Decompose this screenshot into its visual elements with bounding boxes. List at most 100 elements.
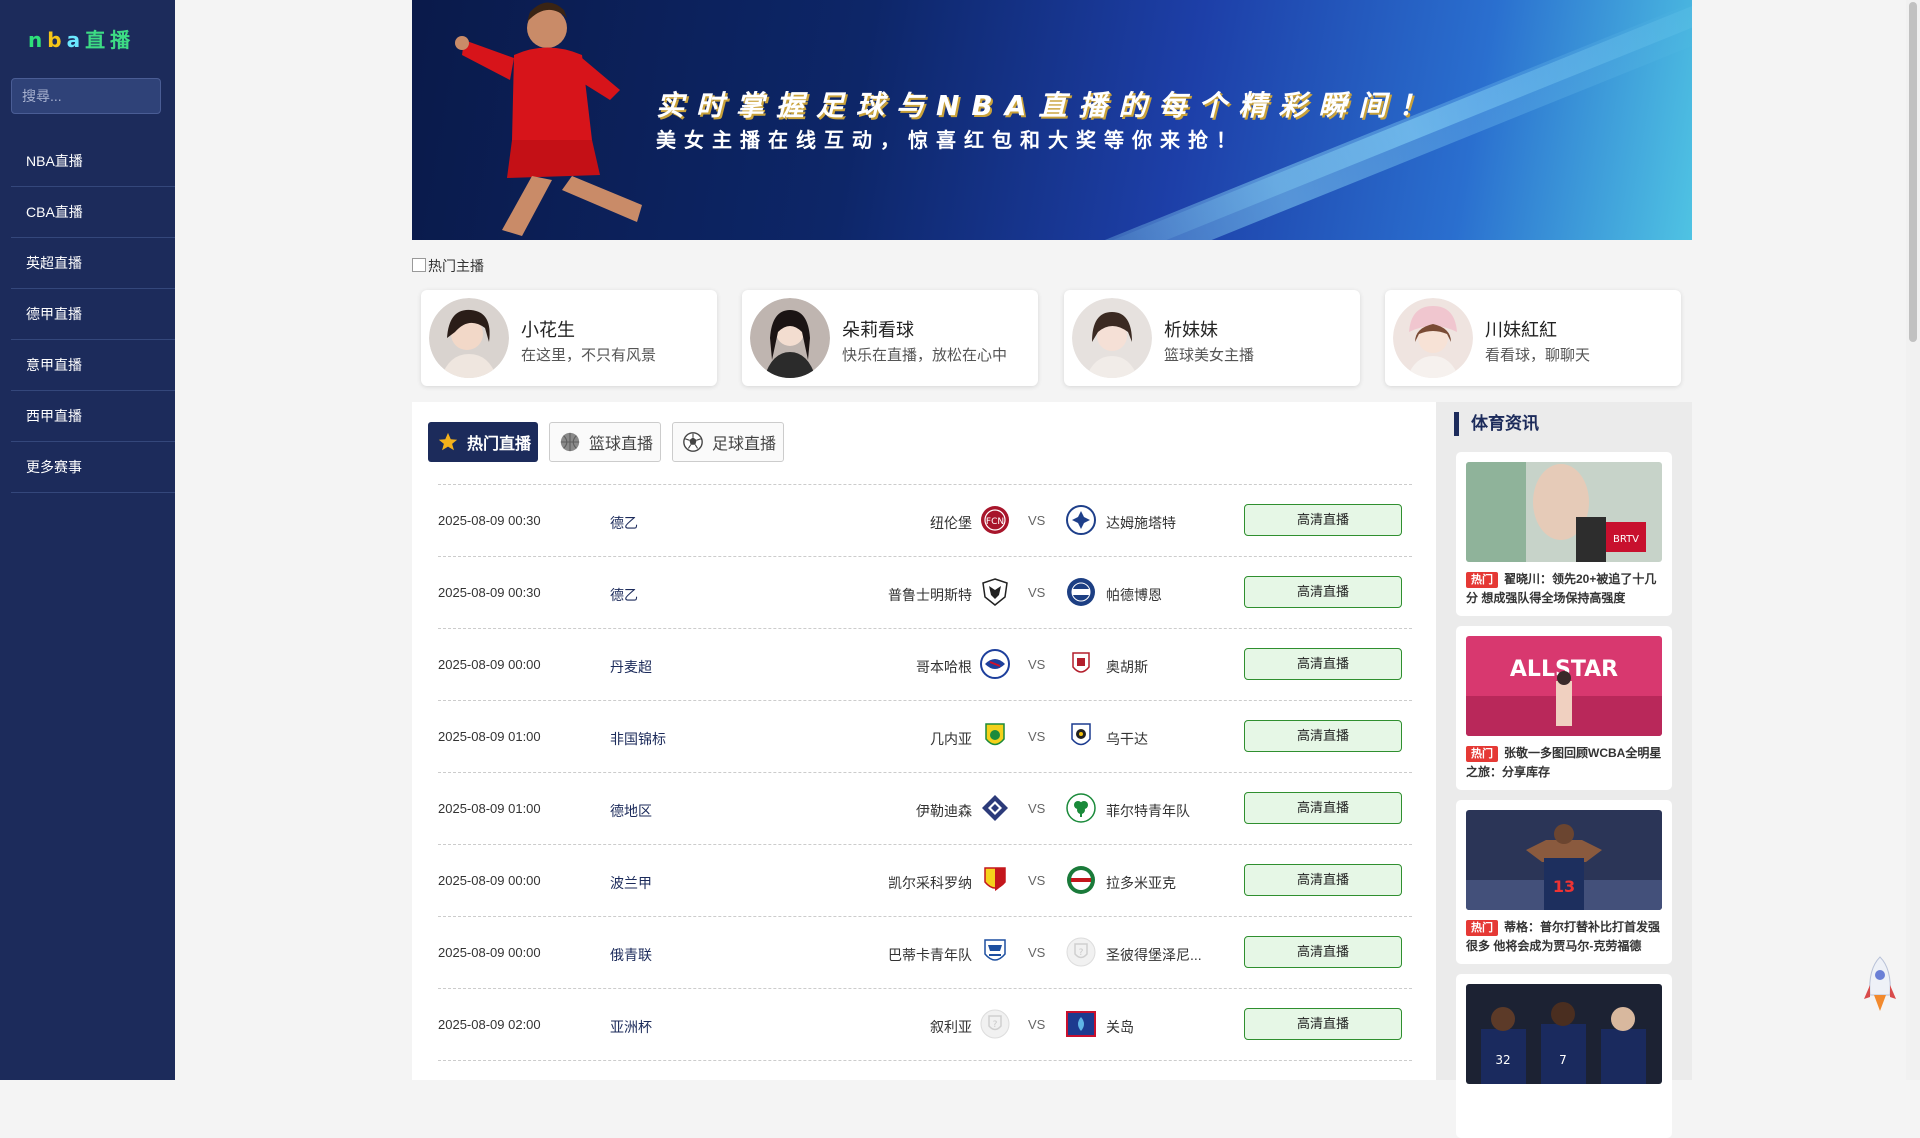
home-team: 凯尔采科罗纳 — [888, 875, 972, 891]
hd-live-button[interactable]: 高清直播 — [1244, 576, 1402, 608]
hd-live-button[interactable]: 高清直播 — [1244, 936, 1402, 968]
match-league[interactable]: 丹麦超 — [610, 657, 652, 677]
news-thumbnail-image: ALLSTAR — [1466, 636, 1662, 736]
placeholder-team-logo-icon: ? — [980, 1009, 1010, 1039]
sidebar-item-nba[interactable]: NBA直播 — [11, 136, 175, 187]
preussen-munster-logo-icon — [982, 578, 1008, 606]
match-time: 2025-08-09 02:00 — [438, 1017, 541, 1032]
hd-live-button[interactable]: 高清直播 — [1244, 792, 1402, 824]
home-team: 纽伦堡 — [930, 515, 972, 531]
match-row: 2025-08-09 00:00 波兰甲 凯尔采科罗纳 VS 拉多米亚克 高清直… — [438, 845, 1412, 917]
anchor-card[interactable]: 小花生 在这里，不只有风景 — [421, 290, 717, 386]
match-league[interactable]: 德地区 — [610, 801, 652, 821]
match-league[interactable]: 亚洲杯 — [610, 1017, 652, 1037]
sidebar-item-bundesliga[interactable]: 德甲直播 — [11, 289, 175, 340]
svg-text:7: 7 — [1559, 1053, 1567, 1067]
svg-text:FCN: FCN — [986, 517, 1004, 527]
banner-subline: 美女主播在线互动，惊喜红包和大奖等你来抢！ — [656, 128, 1244, 152]
furth-logo-icon — [1066, 793, 1096, 823]
news-card[interactable]: 13 热门 蒂格：普尔打替补比打首发强很多 他将会成为贾马尔-克劳福德 — [1456, 800, 1672, 964]
match-row: 2025-08-09 00:00 俄青联 巴蒂卡青年队 VS ? 圣彼得堡泽尼.… — [438, 917, 1412, 989]
anchor-name: 朵莉看球 — [842, 320, 914, 340]
hd-live-button[interactable]: 高清直播 — [1244, 648, 1402, 680]
news-headline: 热门 翟晓川：领先20+被追了十几分 想成强队得全场保持高强度 — [1466, 570, 1664, 608]
tab-football-live[interactable]: 足球直播 — [672, 422, 784, 462]
news-thumbnail-image: 13 — [1466, 810, 1662, 910]
star-icon — [438, 432, 458, 451]
home-team: 几内亚 — [930, 731, 972, 747]
news-card[interactable]: 32 7 — [1456, 974, 1672, 1138]
tab-hot-live[interactable]: 热门直播 — [428, 422, 538, 462]
sidebar-item-serie-a[interactable]: 意甲直播 — [11, 340, 175, 391]
hot-tag: 热门 — [1466, 920, 1498, 936]
logo-letter-n: n — [28, 28, 48, 52]
match-time: 2025-08-09 00:30 — [438, 585, 541, 600]
away-team: 关岛 — [1106, 1019, 1134, 1035]
match-league[interactable]: 波兰甲 — [610, 873, 652, 893]
sports-news-panel: 体育资讯 BRTV 热门 翟晓川：领先20+被追了十几分 想成强队得全场保持高强度… — [1436, 402, 1692, 1138]
vs-label: VS — [1028, 801, 1046, 816]
hot-tag: 热门 — [1466, 746, 1498, 762]
illertissen-logo-icon — [982, 795, 1008, 821]
match-league[interactable]: 俄青联 — [610, 945, 652, 965]
guam-flag-icon — [1066, 1011, 1096, 1037]
hot-anchors-title: 热门主播 — [412, 256, 484, 276]
sidebar-item-cba[interactable]: CBA直播 — [11, 187, 175, 238]
logo-letter-b: b — [47, 28, 67, 52]
anchor-card[interactable]: 川妹紅紅 看看球，聊聊天 — [1385, 290, 1681, 386]
search-input[interactable] — [11, 78, 161, 114]
hot-tag: 热门 — [1466, 572, 1498, 588]
news-headline: 热门 张敬一多图回顾WCBA全明星之旅：分享库存 — [1466, 744, 1664, 782]
anchor-desc: 看看球，聊聊天 — [1485, 347, 1591, 364]
home-team: 哥本哈根 — [916, 659, 972, 675]
away-team: 拉多米亚克 — [1106, 875, 1176, 891]
basketball-icon — [560, 432, 580, 452]
home-team: 巴蒂卡青年队 — [888, 947, 972, 963]
placeholder-team-logo-icon: ? — [1066, 937, 1096, 967]
match-league[interactable]: 德乙 — [610, 585, 638, 605]
site-logo[interactable]: nba直播 — [28, 24, 135, 53]
home-team: 伊勒迪森 — [916, 803, 972, 819]
scrollbar-thumb[interactable] — [1909, 2, 1917, 342]
away-team: 达姆施塔特 — [1106, 515, 1176, 531]
svg-text:13: 13 — [1553, 877, 1575, 896]
hd-live-button[interactable]: 高清直播 — [1244, 720, 1402, 752]
hd-live-button[interactable]: 高清直播 — [1244, 864, 1402, 896]
avatar — [429, 298, 509, 378]
tab-basketball-live[interactable]: 篮球直播 — [549, 422, 661, 462]
sidebar-item-more[interactable]: 更多赛事 — [11, 442, 175, 493]
match-row: 2025-08-09 00:30 德乙 普鲁士明斯特 VS 帕德博恩 高清直播 — [438, 557, 1412, 629]
svg-text:BRTV: BRTV — [1613, 534, 1639, 545]
match-league[interactable]: 德乙 — [610, 513, 638, 533]
rocket-back-to-top-icon[interactable] — [1862, 955, 1898, 1015]
away-team: 圣彼得堡泽尼... — [1106, 947, 1202, 963]
anchor-name: 析妹妹 — [1164, 320, 1218, 340]
page-scrollbar[interactable] — [1906, 0, 1920, 1080]
svg-text:?: ? — [993, 1020, 998, 1030]
away-team: 菲尔特青年队 — [1106, 803, 1190, 819]
tab-basketball-live-label: 篮球直播 — [589, 436, 654, 453]
home-team: 普鲁士明斯特 — [888, 587, 972, 603]
svg-text:32: 32 — [1495, 1053, 1510, 1067]
anchor-card[interactable]: 朵莉看球 快乐在直播，放松在心中 — [742, 290, 1038, 386]
sidebar-item-premier-league[interactable]: 英超直播 — [11, 238, 175, 289]
vs-label: VS — [1028, 1017, 1046, 1032]
news-card[interactable]: BRTV 热门 翟晓川：领先20+被追了十几分 想成强队得全场保持高强度 — [1456, 452, 1672, 616]
tab-football-live-label: 足球直播 — [712, 436, 777, 453]
news-card[interactable]: ALLSTAR 热门 张敬一多图回顾WCBA全明星之旅：分享库存 — [1456, 626, 1672, 790]
sports-news-title: 体育资讯 — [1454, 412, 1539, 436]
match-league[interactable]: 非国锦标 — [610, 729, 666, 749]
sidebar-item-la-liga[interactable]: 西甲直播 — [11, 391, 175, 442]
match-time: 2025-08-09 01:00 — [438, 729, 541, 744]
match-row: 2025-08-09 02:00 亚洲杯 叙利亚 ? VS 关岛 高清直播 — [438, 989, 1412, 1061]
match-time: 2025-08-09 01:00 — [438, 801, 541, 816]
vs-label: VS — [1028, 513, 1046, 528]
match-list: 2025-08-09 00:30 德乙 纽伦堡 FCN VS 达姆施塔特 高清直… — [438, 484, 1412, 1061]
match-time: 2025-08-09 00:00 — [438, 657, 541, 672]
hd-live-button[interactable]: 高清直播 — [1244, 1008, 1402, 1040]
logo-text-zhibo: 直播 — [85, 28, 136, 52]
anchor-card[interactable]: 析妹妹 篮球美女主播 — [1064, 290, 1360, 386]
hero-banner[interactable]: 实时掌握足球与NBA直播的每个精彩瞬间！ 美女主播在线互动，惊喜红包和大奖等你来… — [412, 0, 1692, 240]
uganda-logo-icon — [1071, 723, 1091, 746]
hd-live-button[interactable]: 高清直播 — [1244, 504, 1402, 536]
